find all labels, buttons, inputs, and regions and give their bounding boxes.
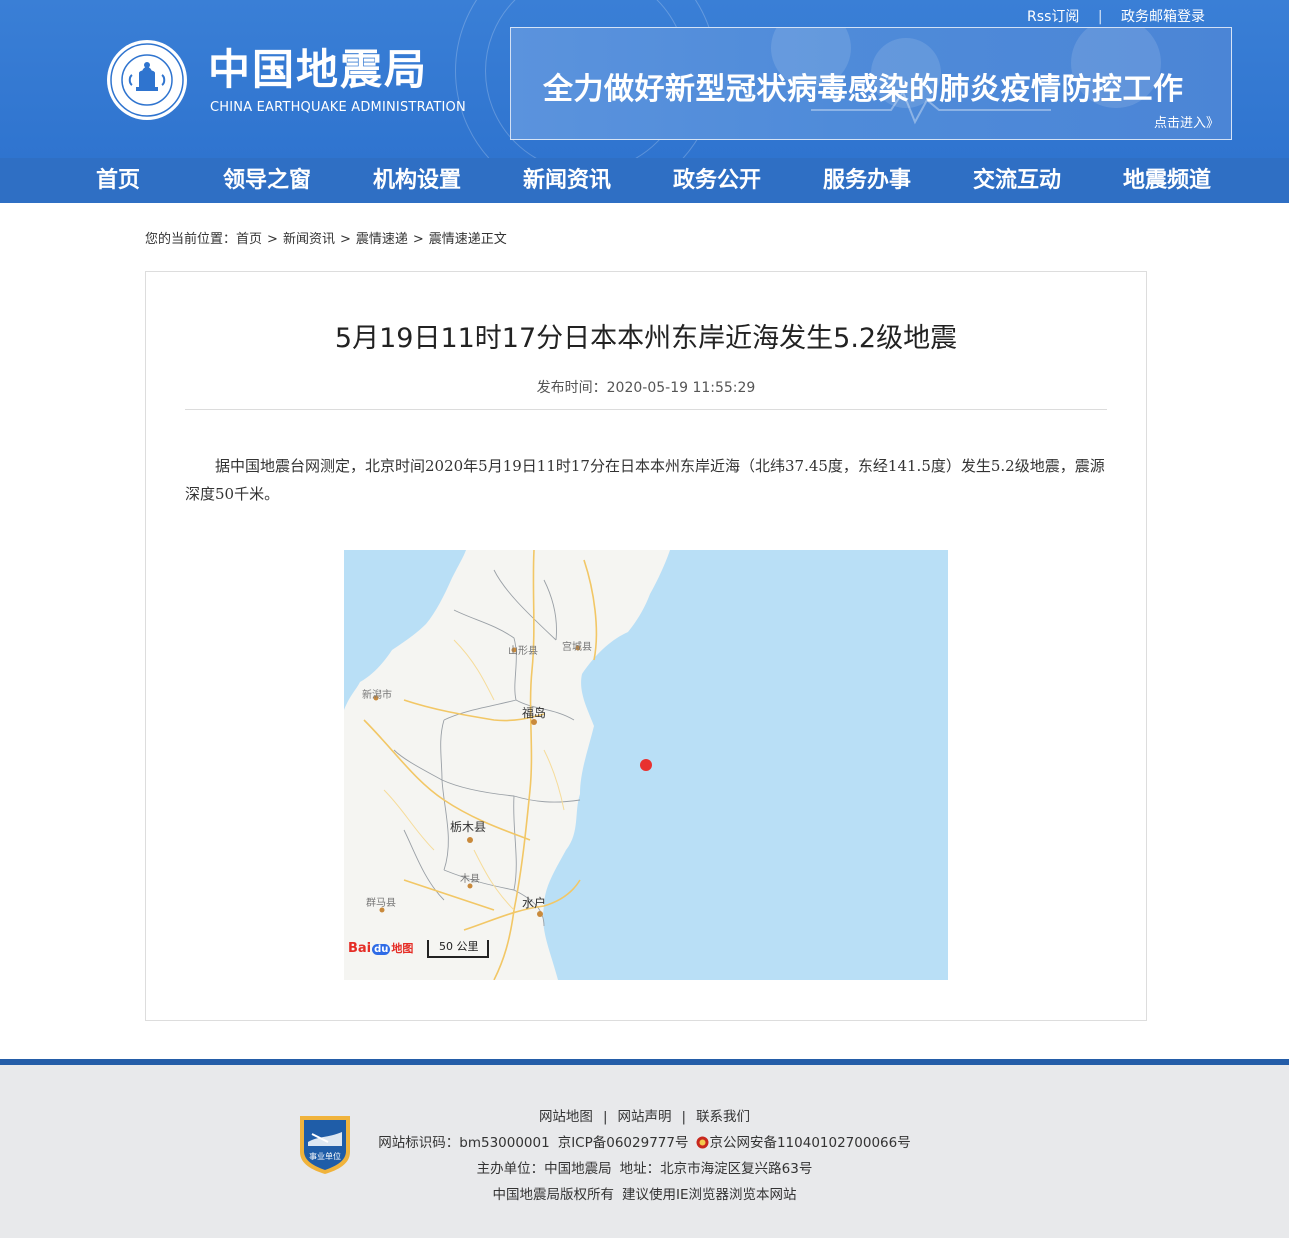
city-dot-tochigi xyxy=(467,837,473,843)
article-title: 5月19日11时17分日本本州东岸近海发生5.2级地震 xyxy=(334,323,958,354)
map-label-miyagi: 宫城县 xyxy=(562,642,592,653)
top-links: Rss订阅 | 政务邮箱登录 xyxy=(1027,6,1205,26)
breadcrumb-quick-report[interactable]: 震情速递 xyxy=(356,232,408,247)
map-canvas xyxy=(344,550,948,980)
baidu-logo-bai: Bai xyxy=(348,941,372,956)
nav-services[interactable]: 服务办事 xyxy=(823,158,911,203)
footer-links: 网站地图 | 网站声明 | 联系我们 xyxy=(0,1105,1289,1125)
breadcrumb-arrow: > xyxy=(267,232,278,247)
footer-statement-link[interactable]: 网站声明 xyxy=(618,1109,672,1125)
footer-registration: 网站标识码：bm53000001 京ICP备06029777号 京公网安备11040… xyxy=(0,1131,1289,1151)
article-body: 据中国地震台网测定，北京时间2020年5月19日11时17分在日本本州东岸近海（… xyxy=(185,457,1105,503)
map-label-moki: 木县 xyxy=(460,874,480,885)
covid-banner[interactable]: 全力做好新型冠状病毒感染的肺炎疫情防控工作 点击进入》 xyxy=(510,27,1232,140)
site-footer: 事业单位 网站地图 | 网站声明 | 联系我们 网站标识码：bm53000001 京ICP… xyxy=(0,1065,1289,1238)
earthquake-administration-emblem-icon[interactable] xyxy=(106,39,188,121)
epicenter-map[interactable]: 山形县 宫城县 新潟市 福岛 栃木县 木县 群马县 水户 Bai du 地图 50 … xyxy=(344,550,948,980)
map-label-mito: 水户 xyxy=(522,896,547,910)
nav-earthquake-channel[interactable]: 地震频道 xyxy=(1123,158,1211,203)
banner-enter-link[interactable]: 点击进入》 xyxy=(1154,112,1219,131)
breadcrumb: 您的当前位置：首页 > 新闻资讯 > 震情速递 > 震情速递正文 xyxy=(145,228,507,247)
footer-sponsor-text: 主办单位：中国地震局 xyxy=(476,1161,612,1177)
nav-organization[interactable]: 机构设置 xyxy=(373,158,461,203)
nav-home[interactable]: 首页 xyxy=(96,158,140,203)
footer-address-text: 地址：北京市海淀区复兴路63号 xyxy=(619,1161,813,1177)
baidu-logo-map: 地图 xyxy=(391,942,414,955)
footer-icp-link[interactable]: 京ICP备06029777号 xyxy=(558,1135,689,1151)
breadcrumb-prefix: 您的当前位置： xyxy=(145,232,237,247)
footer-separator: | xyxy=(602,1109,608,1125)
footer-contact-link[interactable]: 联系我们 xyxy=(696,1109,750,1125)
footer-sitemap-link[interactable]: 网站地图 xyxy=(539,1109,593,1125)
footer-site-id: 网站标识码：bm53000001 xyxy=(378,1135,550,1151)
map-scale-bar: 50 公里 xyxy=(427,940,489,958)
police-emblem-icon xyxy=(696,1136,709,1149)
article-panel: 5月19日11时17分日本本州东岸近海发生5.2级地震 发布时间：2020-05… xyxy=(145,271,1147,1021)
site-logo-title[interactable]: 中国地震局 xyxy=(208,46,428,94)
article-date: 发布时间：2020-05-19 11:55:29 xyxy=(146,377,1146,397)
article-date-label: 发布时间： xyxy=(536,380,607,396)
footer-copyright: 中国地震局版权所有 建议使用IE浏览器浏览本网站 xyxy=(0,1183,1289,1203)
breadcrumb-news[interactable]: 新闻资讯 xyxy=(283,232,335,247)
nav-leadership[interactable]: 领导之窗 xyxy=(223,158,311,203)
nav-news[interactable]: 新闻资讯 xyxy=(523,158,611,203)
footer-separator: | xyxy=(681,1109,687,1125)
footer-copyright-text: 中国地震局版权所有 xyxy=(492,1187,614,1203)
main-nav: 首页 领导之窗 机构设置 新闻资讯 政务公开 服务办事 交流互动 地震频道 xyxy=(0,158,1289,203)
breadcrumb-arrow: > xyxy=(412,232,424,247)
baidu-paw-icon: du xyxy=(372,944,391,955)
map-label-yamagata: 山形县 xyxy=(508,646,538,657)
map-scale-label: 50 公里 xyxy=(439,940,479,953)
map-label-gunma: 群马县 xyxy=(366,898,396,909)
baidu-map-logo[interactable]: Bai du 地图 xyxy=(348,940,413,956)
epicenter-marker[interactable] xyxy=(640,759,652,771)
footer-browser-tip: 建议使用IE浏览器浏览本网站 xyxy=(621,1187,797,1203)
site-logo-subtitle: CHINA EARTHQUAKE ADMINISTRATION xyxy=(210,100,466,115)
breadcrumb-arrow: > xyxy=(339,232,351,247)
map-label-fukushima: 福岛 xyxy=(522,706,547,720)
nav-government-affairs[interactable]: 政务公开 xyxy=(673,158,761,203)
article-date-value: 2020-05-19 11:55:29 xyxy=(606,380,756,396)
nav-interaction[interactable]: 交流互动 xyxy=(973,158,1061,203)
map-label-tochigi: 栃木县 xyxy=(450,820,487,834)
map-label-niigata: 新潟市 xyxy=(362,690,392,701)
footer-sponsor: 主办单位：中国地震局 地址：北京市海淀区复兴路63号 xyxy=(0,1157,1289,1177)
rss-link[interactable]: Rss订阅 xyxy=(1027,6,1079,26)
title-divider xyxy=(185,409,1107,410)
breadcrumb-home[interactable]: 首页 xyxy=(236,232,262,247)
footer-police-link[interactable]: 京公网安备11040102700066号 xyxy=(709,1135,910,1151)
mail-login-link[interactable]: 政务邮箱登录 xyxy=(1121,6,1205,26)
breadcrumb-current[interactable]: 震情速递正文 xyxy=(429,232,507,247)
site-header: Rss订阅 | 政务邮箱登录 中国地震局 CHINA EARTHQUAKE AD… xyxy=(0,0,1289,158)
banner-title: 全力做好新型冠状病毒感染的肺炎疫情防控工作 xyxy=(543,72,1184,107)
city-dot-mito xyxy=(537,911,543,917)
top-links-separator: | xyxy=(1097,9,1103,25)
